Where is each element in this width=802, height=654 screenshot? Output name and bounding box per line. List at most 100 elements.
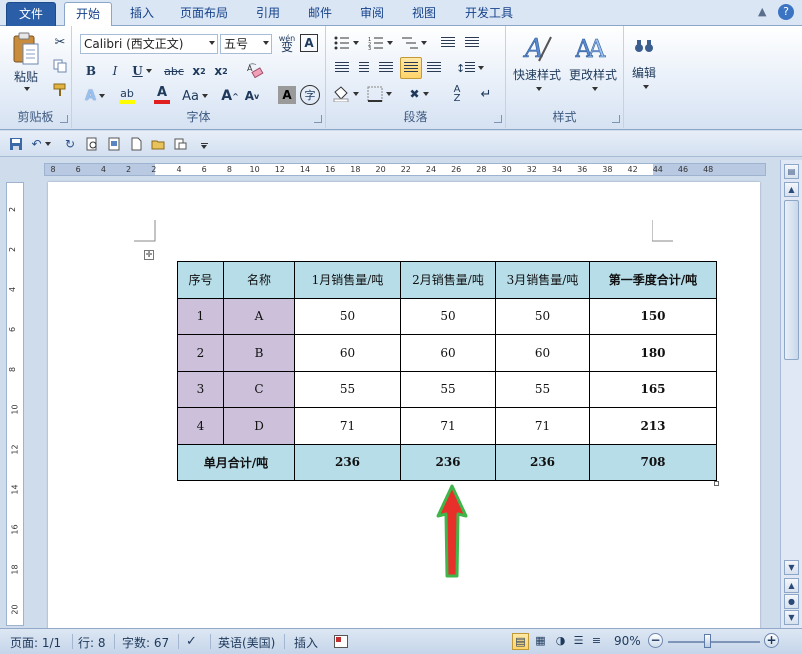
- align-center-icon[interactable]: [354, 58, 374, 78]
- table-cell[interactable]: 55: [294, 370, 401, 408]
- strikethrough-icon[interactable]: abc: [162, 62, 186, 80]
- web-layout-icon[interactable]: ◑: [552, 633, 569, 650]
- distributed-icon[interactable]: [424, 58, 444, 78]
- document-area[interactable]: ✛ 序号 名称 1月销售量/吨 2月销售量/吨 3月销售量/吨 第一季度合计/吨…: [26, 180, 780, 628]
- zoom-slider-track[interactable]: [668, 641, 760, 643]
- zoom-level[interactable]: 90%: [614, 634, 641, 648]
- next-page-icon[interactable]: ▼: [784, 610, 799, 625]
- outline-view-icon[interactable]: ☰: [570, 633, 587, 650]
- table-cell[interactable]: 165: [589, 370, 717, 408]
- borders-icon[interactable]: [364, 84, 394, 104]
- tab-insert[interactable]: 插入: [120, 4, 164, 26]
- table-cell[interactable]: C: [223, 370, 295, 408]
- copy-icon[interactable]: [52, 58, 68, 74]
- table-cell[interactable]: 50: [495, 297, 590, 335]
- table-move-handle-icon[interactable]: ✛: [144, 250, 154, 260]
- line-spacing-icon[interactable]: ↕: [456, 58, 484, 78]
- change-styles-button[interactable]: 更改样式: [564, 66, 622, 82]
- character-shading-icon[interactable]: A: [278, 86, 296, 104]
- status-insert-mode[interactable]: 插入: [294, 634, 318, 651]
- grow-font-icon[interactable]: A ^: [220, 86, 240, 106]
- header-cell[interactable]: 第一季度合计/吨: [589, 261, 717, 299]
- table-cell[interactable]: 2: [177, 334, 224, 372]
- paragraph-launcher-icon[interactable]: [494, 115, 502, 123]
- chinese-layout-icon[interactable]: ✖: [404, 84, 434, 104]
- scroll-up-icon[interactable]: ▲: [784, 182, 799, 197]
- bullets-icon[interactable]: [332, 34, 360, 52]
- draft-view-icon[interactable]: ≡: [588, 633, 605, 650]
- subscript-icon[interactable]: x2: [190, 62, 208, 80]
- justify-icon[interactable]: [400, 57, 422, 79]
- total-label-cell[interactable]: 单月合计/吨: [177, 443, 295, 481]
- document-page[interactable]: ✛ 序号 名称 1月销售量/吨 2月销售量/吨 3月销售量/吨 第一季度合计/吨…: [48, 182, 760, 628]
- quick-styles-button[interactable]: 快速样式: [508, 66, 566, 82]
- format-painter-icon[interactable]: [52, 82, 68, 98]
- table-cell[interactable]: 213: [589, 407, 717, 445]
- email-icon[interactable]: [172, 136, 188, 152]
- change-styles-icon[interactable]: AA: [574, 30, 608, 66]
- macro-record-icon[interactable]: [334, 635, 348, 648]
- status-page[interactable]: 页面: 1/1: [10, 634, 61, 651]
- help-icon[interactable]: ?: [778, 4, 794, 20]
- header-cell[interactable]: 序号: [177, 261, 224, 299]
- status-language[interactable]: 英语(美国): [218, 634, 275, 651]
- tab-references[interactable]: 引用: [246, 4, 290, 26]
- vertical-scrollbar[interactable]: ▤ ▲ ▼ ▲ ● ▼: [780, 160, 802, 628]
- table-cell[interactable]: 71: [294, 407, 401, 445]
- table-cell[interactable]: 50: [294, 297, 401, 335]
- table-cell[interactable]: 1: [177, 297, 224, 335]
- tab-review[interactable]: 审阅: [350, 4, 394, 26]
- print-preview-icon[interactable]: [84, 136, 100, 152]
- save-icon[interactable]: [8, 136, 24, 152]
- enclose-characters-icon[interactable]: 字: [300, 85, 320, 105]
- character-border-icon[interactable]: A: [300, 34, 318, 52]
- total-cell[interactable]: 236: [495, 443, 590, 481]
- header-cell[interactable]: 2月销售量/吨: [400, 261, 496, 299]
- total-cell[interactable]: 236: [400, 443, 496, 481]
- underline-icon[interactable]: U: [130, 62, 154, 80]
- table-cell[interactable]: 180: [589, 334, 717, 372]
- font-color-icon[interactable]: A: [148, 84, 176, 106]
- align-right-icon[interactable]: [376, 58, 396, 78]
- clear-formatting-icon[interactable]: A͡: [244, 60, 266, 80]
- quick-styles-icon[interactable]: A: [520, 30, 554, 66]
- full-screen-reading-icon[interactable]: ▦: [532, 633, 549, 650]
- show-hide-marks-icon[interactable]: ↵: [476, 84, 496, 104]
- shrink-font-icon[interactable]: Av: [242, 86, 262, 106]
- horizontal-ruler[interactable]: 8 6 4 2 2 4 6 8 10 12 14 16 18 20 22 24 26 28 30 32 34 36 38 42…: [0, 158, 780, 180]
- table-cell[interactable]: 60: [294, 334, 401, 372]
- clipboard-launcher-icon[interactable]: [60, 115, 68, 123]
- align-left-icon[interactable]: [332, 58, 352, 78]
- redo-icon[interactable]: ↻: [62, 136, 78, 152]
- tab-page-layout[interactable]: 页面布局: [172, 4, 236, 26]
- phonetic-guide-button[interactable]: wén 变: [276, 32, 298, 54]
- increase-indent-icon[interactable]: [462, 34, 482, 52]
- browse-object-icon[interactable]: ●: [784, 594, 799, 609]
- paste-button[interactable]: 粘贴: [4, 68, 48, 84]
- font-name-combo[interactable]: Calibri (西文正文): [80, 34, 218, 54]
- quick-styles-dropdown-icon[interactable]: [532, 84, 542, 94]
- table-cell[interactable]: 55: [495, 370, 590, 408]
- vertical-ruler[interactable]: 2 2 4 6 8 10 12 14 16 18 20: [6, 182, 24, 626]
- header-cell[interactable]: 名称: [223, 261, 295, 299]
- zoom-slider-thumb[interactable]: [704, 634, 711, 648]
- table-cell[interactable]: 3: [177, 370, 224, 408]
- table-cell[interactable]: 4: [177, 407, 224, 445]
- tab-file[interactable]: 文件: [6, 2, 56, 26]
- table-cell[interactable]: D: [223, 407, 295, 445]
- numbering-icon[interactable]: 123: [366, 34, 394, 52]
- change-case-icon[interactable]: Aa: [180, 86, 210, 106]
- table-cell[interactable]: 71: [495, 407, 590, 445]
- minimize-ribbon-icon[interactable]: ▲: [758, 5, 766, 18]
- table-cell[interactable]: 150: [589, 297, 717, 335]
- new-document-icon[interactable]: [128, 136, 144, 152]
- bold-icon[interactable]: B: [82, 62, 100, 80]
- font-size-combo[interactable]: 五号: [220, 34, 272, 54]
- table-cell[interactable]: A: [223, 297, 295, 335]
- tab-view[interactable]: 视图: [402, 4, 446, 26]
- cut-icon[interactable]: ✂: [52, 34, 68, 50]
- font-launcher-icon[interactable]: [314, 115, 322, 123]
- tab-mailings[interactable]: 邮件: [298, 4, 342, 26]
- zoom-out-icon[interactable]: −: [648, 633, 663, 648]
- scroll-thumb[interactable]: [784, 200, 799, 360]
